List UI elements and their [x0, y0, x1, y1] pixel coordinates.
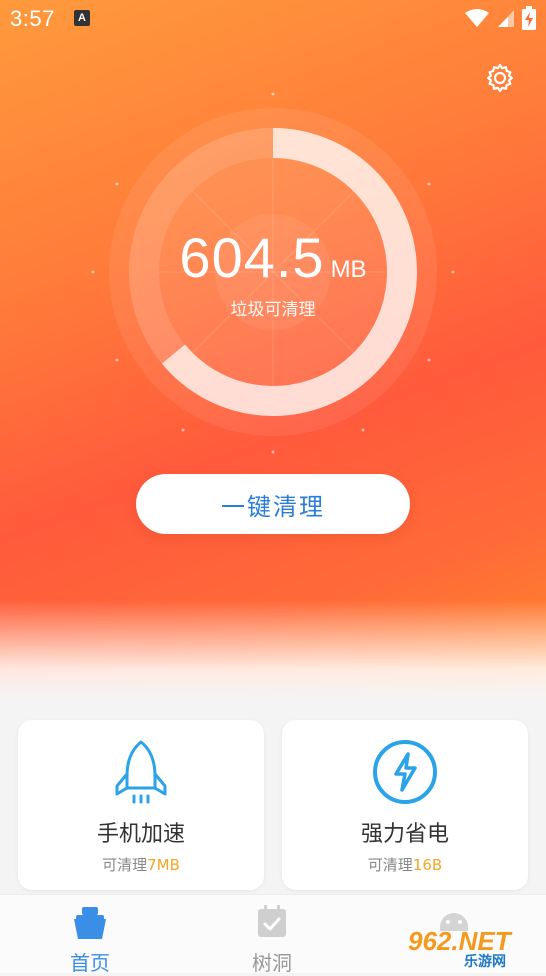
- junk-size-unit: MB: [330, 256, 367, 283]
- phone-boost-sub-value: 7MB: [147, 856, 180, 874]
- hero-fade: [0, 600, 546, 700]
- power-save-sub-prefix: 可清理: [367, 856, 413, 874]
- calendar-check-icon: [258, 905, 286, 937]
- phone-boost-sub-prefix: 可清理: [102, 856, 148, 874]
- signal-icon: [498, 10, 514, 27]
- rocket-icon: [115, 740, 167, 804]
- status-bar: 3:57 A: [0, 0, 546, 38]
- watermark-graphic: 962.NET 乐游网: [408, 926, 513, 970]
- notification-icon: A: [74, 10, 90, 26]
- tab-tree-hole[interactable]: 树洞: [222, 905, 322, 976]
- lightning-icon: [373, 740, 437, 804]
- power-save-card[interactable]: 强力省电 可清理16B: [282, 720, 528, 890]
- phone-boost-title: 手机加速: [96, 822, 185, 847]
- junk-caption: 垃圾可清理: [230, 300, 316, 320]
- watermark-text-bottom: 乐游网: [464, 953, 506, 968]
- power-save-sub-value: 16B: [412, 856, 443, 874]
- junk-size-readout: 604.5 MB: [0, 225, 546, 290]
- junk-size-value: 604.5: [179, 226, 325, 289]
- tab-home[interactable]: 首页: [40, 905, 140, 976]
- status-time: 3:57: [10, 6, 55, 31]
- battery-charging-icon: [522, 6, 536, 30]
- watermark-logo: 962.NET 乐游网: [404, 924, 544, 970]
- watermark-text-top: 962.NET: [408, 926, 513, 956]
- power-save-title: 强力省电: [360, 822, 449, 847]
- one-tap-clean-button[interactable]: 一键清理: [136, 474, 410, 534]
- wifi-icon: [465, 9, 489, 27]
- phone-boost-subtitle: 可清理7MB: [18, 854, 264, 875]
- home-icon: [74, 907, 106, 939]
- phone-boost-card[interactable]: 手机加速 可清理7MB: [18, 720, 264, 890]
- power-save-subtitle: 可清理16B: [282, 854, 528, 875]
- status-icons: [464, 6, 536, 30]
